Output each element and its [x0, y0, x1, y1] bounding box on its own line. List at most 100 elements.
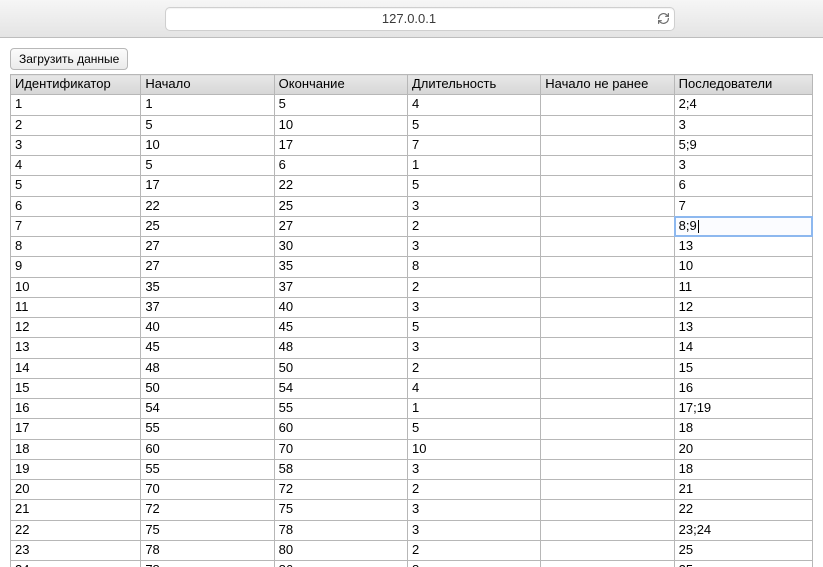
- cell-id[interactable]: 14: [11, 358, 141, 378]
- col-id[interactable]: Идентификатор: [11, 75, 141, 95]
- cell-nel[interactable]: [541, 257, 674, 277]
- cell-dur[interactable]: 5: [407, 115, 540, 135]
- cell-end[interactable]: 25: [274, 196, 407, 216]
- cell-start[interactable]: 40: [141, 318, 274, 338]
- cell-dur[interactable]: 3: [407, 338, 540, 358]
- cell-start[interactable]: 72: [141, 500, 274, 520]
- cell-id[interactable]: 17: [11, 419, 141, 439]
- cell-end[interactable]: 80: [274, 540, 407, 560]
- cell-succ[interactable]: 16: [674, 378, 812, 398]
- cell-id[interactable]: 20: [11, 480, 141, 500]
- cell-end[interactable]: 17: [274, 135, 407, 155]
- cell-end[interactable]: 72: [274, 480, 407, 500]
- cell-start[interactable]: 78: [141, 540, 274, 560]
- cell-start[interactable]: 70: [141, 480, 274, 500]
- cell-dur[interactable]: 2: [407, 480, 540, 500]
- cell-start[interactable]: 27: [141, 257, 274, 277]
- cell-nel[interactable]: [541, 115, 674, 135]
- cell-id[interactable]: 1: [11, 95, 141, 115]
- cell-succ[interactable]: 5;9: [674, 135, 812, 155]
- cell-dur[interactable]: 5: [407, 419, 540, 439]
- cell-end[interactable]: 70: [274, 439, 407, 459]
- cell-dur[interactable]: 8: [407, 561, 540, 567]
- cell-succ[interactable]: 23;24: [674, 520, 812, 540]
- cell-start[interactable]: 27: [141, 237, 274, 257]
- cell-start[interactable]: 75: [141, 520, 274, 540]
- cell-succ[interactable]: 17;19: [674, 399, 812, 419]
- col-not-earlier[interactable]: Начало не ранее: [541, 75, 674, 95]
- cell-nel[interactable]: [541, 358, 674, 378]
- cell-id[interactable]: 24: [11, 561, 141, 567]
- cell-end[interactable]: 75: [274, 500, 407, 520]
- cell-end[interactable]: 60: [274, 419, 407, 439]
- cell-dur[interactable]: 3: [407, 459, 540, 479]
- cell-nel[interactable]: [541, 540, 674, 560]
- cell-succ[interactable]: 25: [674, 561, 812, 567]
- cell-end[interactable]: 6: [274, 156, 407, 176]
- cell-start[interactable]: 5: [141, 115, 274, 135]
- cell-end[interactable]: 5: [274, 95, 407, 115]
- reload-icon[interactable]: [652, 12, 674, 25]
- cell-id[interactable]: 7: [11, 216, 141, 236]
- cell-start[interactable]: 35: [141, 277, 274, 297]
- cell-end[interactable]: 35: [274, 257, 407, 277]
- cell-id[interactable]: 4: [11, 156, 141, 176]
- cell-nel[interactable]: [541, 196, 674, 216]
- cell-succ[interactable]: 13: [674, 237, 812, 257]
- cell-start[interactable]: 25: [141, 216, 274, 236]
- cell-end[interactable]: 45: [274, 318, 407, 338]
- cell-start[interactable]: 54: [141, 399, 274, 419]
- cell-start[interactable]: 10: [141, 135, 274, 155]
- cell-nel[interactable]: [541, 520, 674, 540]
- cell-id[interactable]: 13: [11, 338, 141, 358]
- cell-end[interactable]: 58: [274, 459, 407, 479]
- cell-succ[interactable]: 3: [674, 115, 812, 135]
- cell-dur[interactable]: 7: [407, 135, 540, 155]
- cell-nel[interactable]: [541, 297, 674, 317]
- cell-end[interactable]: 10: [274, 115, 407, 135]
- cell-nel[interactable]: [541, 561, 674, 567]
- cell-id[interactable]: 19: [11, 459, 141, 479]
- cell-nel[interactable]: [541, 277, 674, 297]
- cell-dur[interactable]: 3: [407, 520, 540, 540]
- cell-start[interactable]: 5: [141, 156, 274, 176]
- cell-dur[interactable]: 2: [407, 540, 540, 560]
- cell-id[interactable]: 23: [11, 540, 141, 560]
- cell-id[interactable]: 22: [11, 520, 141, 540]
- cell-succ[interactable]: 12: [674, 297, 812, 317]
- cell-succ[interactable]: 20: [674, 439, 812, 459]
- cell-id[interactable]: 15: [11, 378, 141, 398]
- cell-dur[interactable]: 3: [407, 500, 540, 520]
- cell-nel[interactable]: [541, 135, 674, 155]
- cell-dur[interactable]: 3: [407, 237, 540, 257]
- cell-end[interactable]: 30: [274, 237, 407, 257]
- cell-succ[interactable]: 2;4: [674, 95, 812, 115]
- cell-succ[interactable]: 15: [674, 358, 812, 378]
- cell-id[interactable]: 8: [11, 237, 141, 257]
- cell-succ[interactable]: 21: [674, 480, 812, 500]
- cell-nel[interactable]: [541, 419, 674, 439]
- cell-end[interactable]: 40: [274, 297, 407, 317]
- cell-id[interactable]: 11: [11, 297, 141, 317]
- cell-end[interactable]: 37: [274, 277, 407, 297]
- cell-id[interactable]: 3: [11, 135, 141, 155]
- cell-dur[interactable]: 2: [407, 358, 540, 378]
- cell-succ[interactable]: 18: [674, 459, 812, 479]
- cell-dur[interactable]: 1: [407, 399, 540, 419]
- cell-nel[interactable]: [541, 459, 674, 479]
- cell-id[interactable]: 18: [11, 439, 141, 459]
- cell-id[interactable]: 9: [11, 257, 141, 277]
- cell-succ[interactable]: 22: [674, 500, 812, 520]
- cell-start[interactable]: 1: [141, 95, 274, 115]
- cell-end[interactable]: 22: [274, 176, 407, 196]
- cell-dur[interactable]: 3: [407, 297, 540, 317]
- cell-nel[interactable]: [541, 439, 674, 459]
- cell-end[interactable]: 54: [274, 378, 407, 398]
- col-start[interactable]: Начало: [141, 75, 274, 95]
- cell-start[interactable]: 60: [141, 439, 274, 459]
- cell-succ[interactable]: 11: [674, 277, 812, 297]
- cell-succ[interactable]: 3: [674, 156, 812, 176]
- cell-start[interactable]: 48: [141, 358, 274, 378]
- cell-nel[interactable]: [541, 480, 674, 500]
- cell-start[interactable]: 50: [141, 378, 274, 398]
